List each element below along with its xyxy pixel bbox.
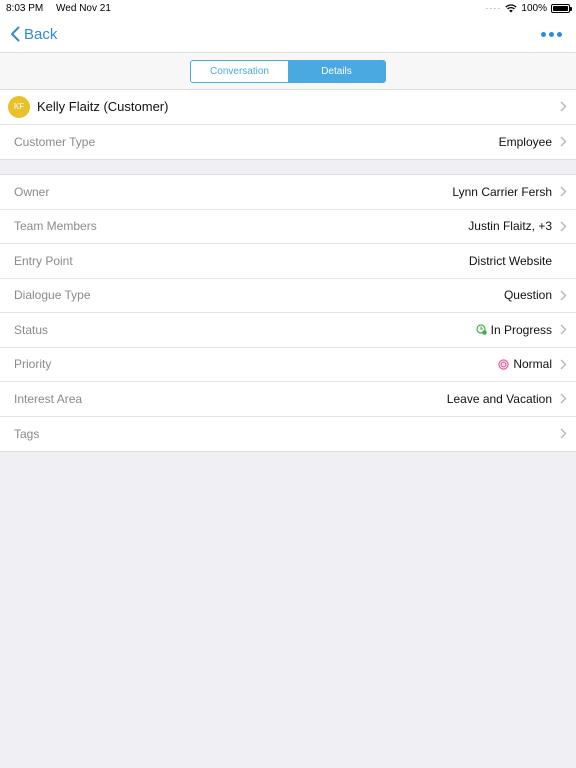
- segmented-control: Conversation Details: [190, 59, 386, 83]
- chevron-right-icon: [558, 290, 568, 301]
- empty-background: [0, 452, 576, 768]
- entry-point-right: District Website: [469, 254, 568, 268]
- back-button[interactable]: Back: [10, 26, 57, 43]
- team-members-value: Justin Flaitz, +3: [468, 219, 552, 234]
- in-progress-icon: [476, 324, 487, 336]
- owner-label: Owner: [14, 184, 50, 199]
- priority-normal-icon: [498, 359, 509, 370]
- entry-point-row: Entry Point District Website: [0, 244, 576, 279]
- interest-area-label: Interest Area: [14, 391, 83, 406]
- tags-row[interactable]: Tags: [0, 417, 576, 452]
- customer-row[interactable]: KF Kelly Flaitz (Customer): [0, 90, 576, 125]
- customer-name: Kelly Flaitz (Customer): [37, 99, 169, 115]
- battery-percent: 100%: [521, 2, 547, 14]
- priority-label: Priority: [14, 357, 52, 372]
- battery-icon: [551, 3, 572, 13]
- chevron-right-icon: [558, 428, 568, 439]
- customer-type-value: Employee: [498, 134, 552, 149]
- interest-area-value: Leave and Vacation: [446, 391, 552, 406]
- segment-bar: Conversation Details: [0, 52, 576, 90]
- dialogue-type-label: Dialogue Type: [14, 288, 91, 303]
- back-label: Back: [24, 25, 58, 43]
- dialogue-type-right: Question: [504, 288, 568, 302]
- customer-left: KF Kelly Flaitz (Customer): [8, 95, 169, 118]
- tags-label: Tags: [14, 426, 40, 441]
- entry-point-value: District Website: [468, 253, 552, 268]
- chevron-right-icon: [558, 186, 568, 197]
- status-label: Status: [14, 322, 49, 337]
- nav-bar: Back: [0, 16, 576, 52]
- customer-type-row[interactable]: Customer Type Employee: [0, 125, 576, 160]
- signal-icon: ····: [485, 3, 502, 13]
- owner-value: Lynn Carrier Fersh: [452, 184, 552, 199]
- team-members-row[interactable]: Team Members Justin Flaitz, +3: [0, 210, 576, 244]
- priority-row[interactable]: Priority Normal: [0, 348, 576, 382]
- chevron-right-icon: [558, 324, 568, 335]
- customer-type-right: Employee: [499, 135, 568, 149]
- chevron-left-icon: [11, 26, 20, 42]
- customer-type-label: Customer Type: [14, 134, 96, 149]
- priority-right: Normal: [498, 357, 568, 371]
- interest-area-row[interactable]: Interest Area Leave and Vacation: [0, 382, 576, 417]
- chevron-right-icon: [558, 136, 568, 147]
- tags-right: [552, 428, 568, 439]
- owner-row[interactable]: Owner Lynn Carrier Fersh: [0, 175, 576, 210]
- status-date: Wed Nov 21: [56, 2, 111, 14]
- details-group: Owner Lynn Carrier Fersh Team Members Ju…: [0, 175, 576, 452]
- status-value: In Progress: [490, 322, 552, 337]
- tab-details[interactable]: Details: [288, 60, 385, 82]
- team-members-right: Justin Flaitz, +3: [468, 219, 568, 233]
- more-options-icon[interactable]: [537, 28, 566, 41]
- chevron-right-icon: [558, 101, 568, 112]
- status-right: In Progress: [476, 323, 568, 337]
- status-left: 8:03 PM Wed Nov 21: [6, 3, 121, 14]
- status-row[interactable]: Status In Progress: [0, 313, 576, 348]
- tab-conversation[interactable]: Conversation: [191, 60, 288, 82]
- dialogue-type-value: Question: [503, 288, 552, 303]
- avatar: KF: [8, 95, 30, 118]
- status-bar: 8:03 PM Wed Nov 21 ···· 100%: [0, 0, 576, 16]
- section-separator: [0, 160, 576, 175]
- chevron-right-icon: [558, 393, 568, 404]
- dialogue-type-row[interactable]: Dialogue Type Question: [0, 279, 576, 313]
- chevron-right-icon: [558, 359, 568, 370]
- entry-point-label: Entry Point: [14, 253, 73, 268]
- status-time: 8:03 PM: [6, 2, 44, 14]
- priority-value: Normal: [513, 357, 552, 372]
- wifi-icon: [505, 3, 518, 12]
- status-right: ···· 100%: [485, 2, 572, 14]
- team-members-label: Team Members: [14, 219, 97, 234]
- customer-group: KF Kelly Flaitz (Customer) Customer Type…: [0, 90, 576, 160]
- owner-right: Lynn Carrier Fersh: [452, 185, 568, 199]
- interest-area-right: Leave and Vacation: [447, 392, 568, 406]
- chevron-right-icon: [558, 221, 568, 232]
